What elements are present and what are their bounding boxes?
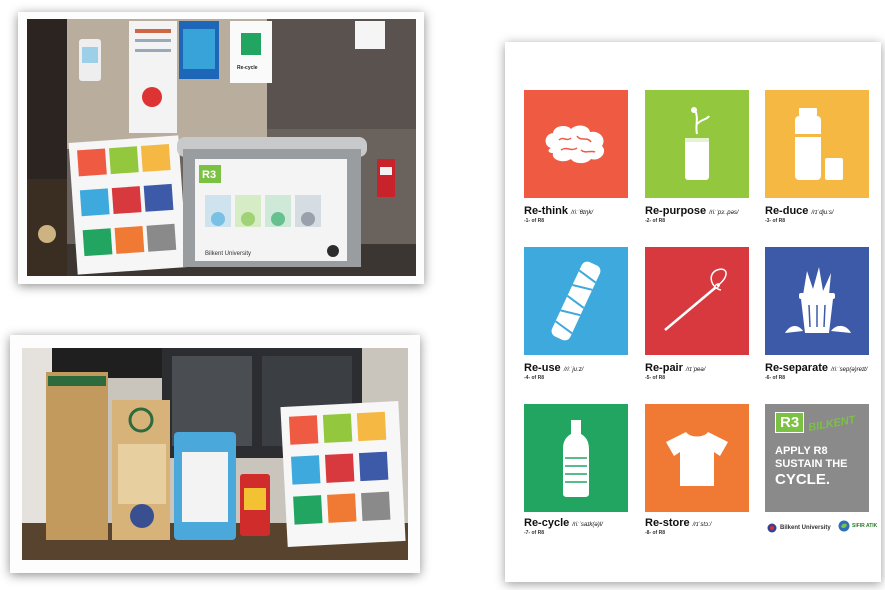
tile-reuse <box>524 247 628 355</box>
thermos-icon <box>795 108 843 180</box>
tile-number: -8- of R8 <box>645 530 665 536</box>
tile-phonetic: /riːˈjuːz/ <box>563 367 584 373</box>
tile-number: -3- of R8 <box>765 218 785 224</box>
tile-restore <box>645 404 749 512</box>
zero-waste-logo: SIFIR ATIK <box>838 520 877 532</box>
tile-phonetic: /riːˈsaɪk(ə)l/ <box>572 522 603 528</box>
sign-title: Re-cycle <box>237 65 258 71</box>
university-seal-icon <box>767 523 777 533</box>
caption-restore: Re-store/rɪˈstɔː/ -8- of R8 <box>645 517 763 536</box>
tile-title: Re-duce <box>765 205 809 217</box>
tile-phonetic: /rɪˈdjuːs/ <box>811 210 834 216</box>
tile-repair <box>645 247 749 355</box>
can-icon <box>685 107 710 180</box>
tile-phonetic: /riːˈpɜː.pəs/ <box>709 210 739 216</box>
tile-title: Re-cycle <box>524 517 570 529</box>
tile-number: -4- of R8 <box>524 375 544 381</box>
bilkent-university-logo: Bilkent University <box>767 523 831 533</box>
tile-reduce <box>765 90 869 198</box>
tile-title: Re-purpose <box>645 205 707 217</box>
tile-number: -7- of R8 <box>524 530 544 536</box>
tile-number: -2- of R8 <box>645 218 665 224</box>
tile-title: Re-store <box>645 517 690 529</box>
tile-title: Re-pair <box>645 362 683 374</box>
brand-line-1: APPLY R8 <box>775 445 828 457</box>
zero-waste-text: SIFIR ATIK <box>852 523 878 529</box>
tile-phonetic: /riːˈθɪŋk/ <box>571 210 594 216</box>
tile-title: Re-separate <box>765 362 828 374</box>
brand-line-3: CYCLE. <box>775 471 831 488</box>
tile-number: -1- of R8 <box>524 218 544 224</box>
board-logo: R3 <box>202 169 216 181</box>
caption-rethink: Re-think/riːˈθɪŋk/ -1- of R8 <box>524 205 642 224</box>
caption-repair: Re-pair/rɪˈpeə/ -5- of R8 <box>645 362 763 381</box>
bottle-icon <box>563 420 589 497</box>
tile-recycle <box>524 404 628 512</box>
leaf-icon <box>838 520 850 532</box>
tile-phonetic: /riːˈsep(ə)reɪt/ <box>830 367 868 373</box>
university-name: Bilkent University <box>780 525 831 531</box>
photo-image: Re-cycle R3 Bilkent University <box>27 19 416 276</box>
tile-reseparate <box>765 247 869 355</box>
brain-icon <box>545 125 605 164</box>
brand-line-2: SUSTAIN THE <box>775 458 848 470</box>
caption-repurpose: Re-purpose/riːˈpɜː.pəs/ -2- of R8 <box>645 205 763 224</box>
photo-recycling-station: Re-cycle R3 Bilkent University <box>18 12 424 284</box>
tile-brand: R3 BILKENT APPLY R8 SUSTAIN THE CYCLE. <box>765 404 869 512</box>
caption-reuse: Re-use/riːˈjuːz/ -4- of R8 <box>524 362 642 381</box>
tile-phonetic: /rɪˈstɔː/ <box>692 522 712 528</box>
r8-poster: Re-think/riːˈθɪŋk/ -1- of R8 Re-purpose /… <box>505 42 881 582</box>
caption-reduce: Re-duce/rɪˈdjuːs/ -3- of R8 <box>765 205 883 224</box>
needle-icon <box>664 268 727 331</box>
brand-bilkent: BILKENT <box>807 413 857 435</box>
rolled-paper-icon <box>551 261 601 341</box>
caption-reseparate: Re-separate/riːˈsep(ə)reɪt/ -6- of R8 <box>765 362 883 381</box>
recycling-bins-scene <box>22 348 408 560</box>
tile-number: -6- of R8 <box>765 375 785 381</box>
recycling-station-scene: Re-cycle R3 Bilkent University <box>27 19 416 276</box>
trash-bin-icon <box>785 267 851 333</box>
tile-rethink <box>524 90 628 198</box>
caption-recycle: Re-cycle/riːˈsaɪk(ə)l/ -7- of R8 <box>524 517 642 536</box>
tile-title: Re-use <box>524 362 561 374</box>
photo-image <box>22 348 408 560</box>
board-footer: Bilkent University <box>205 251 251 257</box>
tile-title: Re-think <box>524 205 568 217</box>
photo-recycling-bins <box>10 335 420 573</box>
tile-repurpose <box>645 90 749 198</box>
tile-phonetic: /rɪˈpeə/ <box>685 367 706 373</box>
tile-number: -5- of R8 <box>645 375 665 381</box>
r3-logo: R3 <box>775 412 805 433</box>
tshirt-icon <box>666 432 728 486</box>
